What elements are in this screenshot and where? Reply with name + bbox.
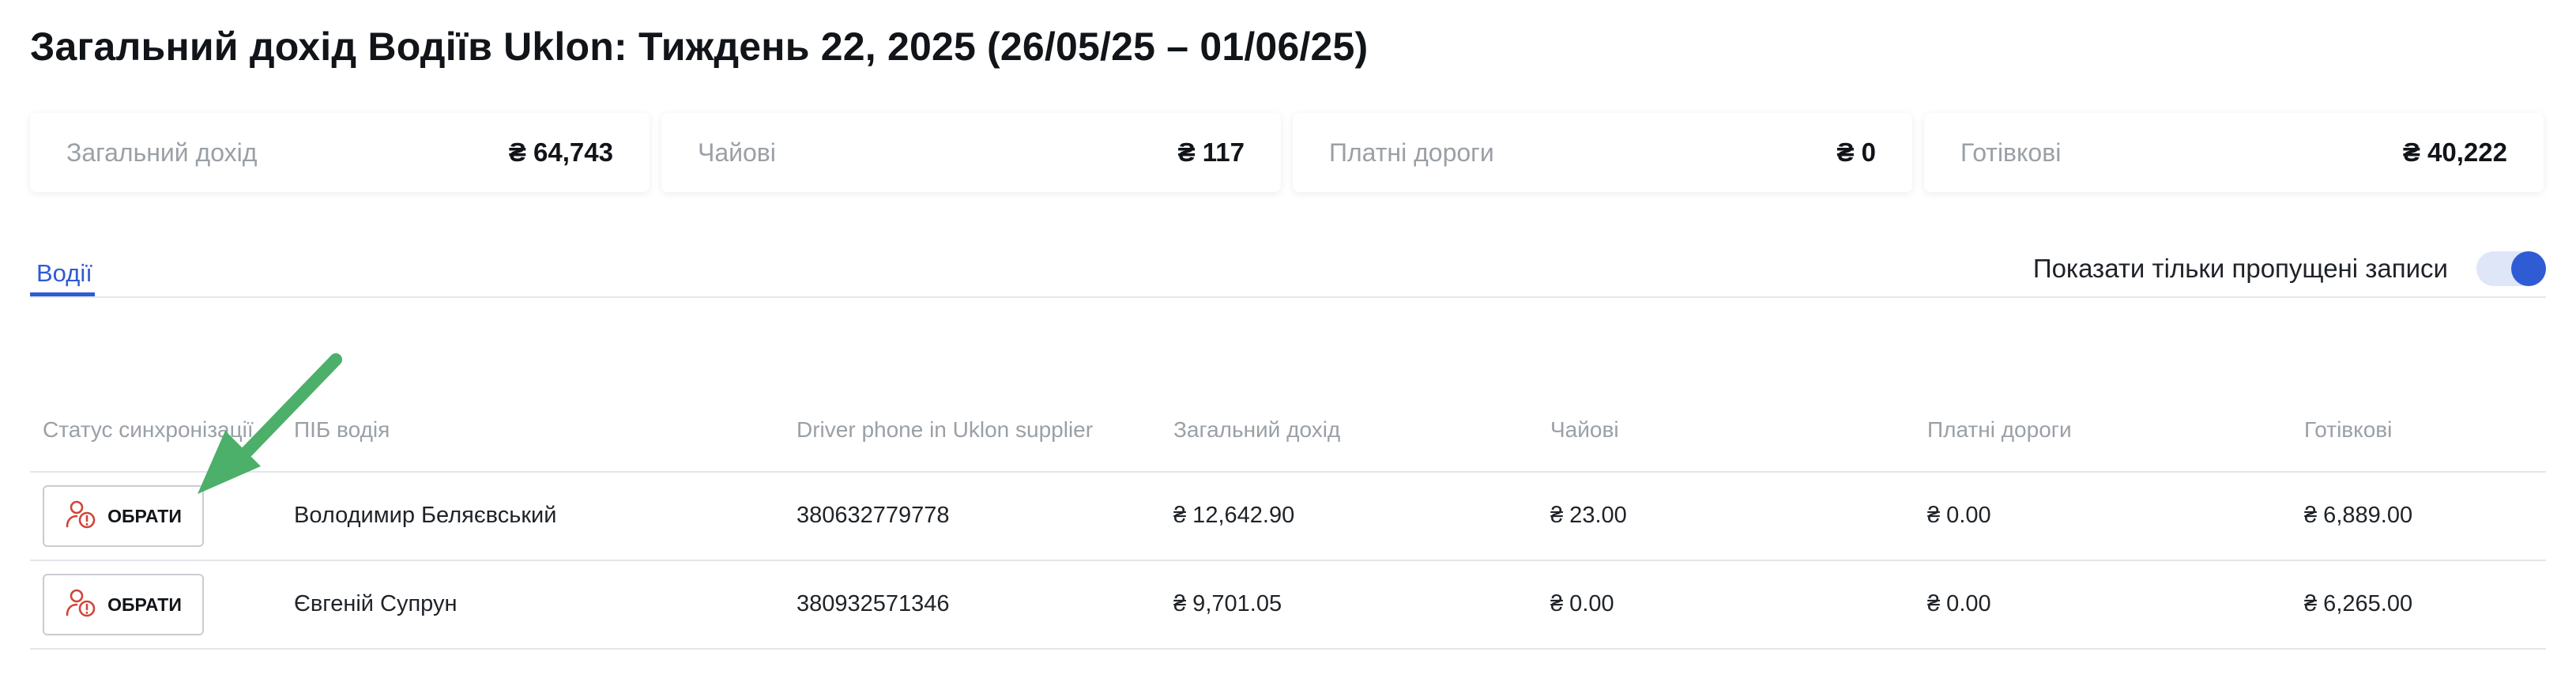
- select-button[interactable]: ОБРАТИ: [43, 574, 204, 635]
- cash: ₴ 6,889.00: [2304, 503, 2413, 528]
- cash: ₴ 6,265.00: [2304, 591, 2413, 616]
- missed-records-filter: Показати тільки пропущені записи: [2033, 251, 2546, 286]
- column-header-total-income[interactable]: Загальний дохід: [1173, 417, 1340, 443]
- page-title: Загальний дохід Водіїв Uklon: Тиждень 22…: [30, 24, 1369, 69]
- stat-value: ₴ 0: [1836, 138, 1876, 167]
- select-button-label: ОБРАТИ: [107, 594, 182, 615]
- total-income: ₴ 9,701.05: [1173, 591, 1282, 616]
- drivers-table: Статус синхронізації ПІБ водія Driver ph…: [30, 405, 2546, 650]
- stat-label: Платні дороги: [1329, 138, 1494, 167]
- missed-records-toggle[interactable]: [2476, 251, 2546, 286]
- total-income: ₴ 12,642.90: [1173, 503, 1295, 528]
- stat-label: Чайові: [698, 138, 776, 167]
- stat-card-tolls: Платні дороги ₴ 0: [1293, 113, 1912, 192]
- select-button[interactable]: ОБРАТИ: [43, 485, 204, 547]
- column-header-phone[interactable]: Driver phone in Uklon supplier: [797, 417, 1093, 443]
- select-button-label: ОБРАТИ: [107, 505, 182, 526]
- tab-active-indicator: [30, 292, 95, 296]
- stat-card-cash: Готівкові ₴ 40,222: [1924, 113, 2544, 192]
- driver-phone: 380632779778: [797, 503, 950, 528]
- user-alert-icon: [65, 586, 96, 623]
- driver-name: Євгеній Супрун: [294, 591, 458, 616]
- table-header: Статус синхронізації ПІБ водія Driver ph…: [30, 405, 2546, 473]
- stat-card-tips: Чайові ₴ 117: [661, 113, 1281, 192]
- toggle-label: Показати тільки пропущені записи: [2032, 254, 2448, 283]
- user-alert-icon: [65, 498, 96, 534]
- column-header-tips[interactable]: Чайові: [1550, 417, 1619, 443]
- stat-card-total: Загальний дохід ₴ 64,743: [30, 113, 650, 192]
- table-row: ОБРАТИ Володимир Беляєвський 38063277977…: [30, 473, 2546, 561]
- tips: ₴ 0.00: [1550, 591, 1614, 616]
- driver-phone: 380932571346: [797, 591, 950, 616]
- stat-label: Готівкові: [1960, 138, 2062, 167]
- driver-name: Володимир Беляєвський: [294, 503, 557, 528]
- tolls: ₴ 0.00: [1927, 591, 1991, 616]
- table-row: ОБРАТИ Євгеній Супрун 380932571346 ₴ 9,7…: [30, 561, 2546, 650]
- tolls: ₴ 0.00: [1927, 503, 1991, 528]
- column-header-cash[interactable]: Готівкові: [2304, 417, 2392, 443]
- stat-value: ₴ 40,222: [2402, 138, 2507, 167]
- tab-drivers[interactable]: Водії: [36, 259, 92, 296]
- toggle-knob: [2511, 251, 2546, 286]
- tips: ₴ 23.00: [1550, 503, 1627, 528]
- column-header-tolls[interactable]: Платні дороги: [1927, 417, 2072, 443]
- stat-label: Загальний дохід: [66, 138, 258, 167]
- arrow-icon: [198, 353, 342, 494]
- stat-value: ₴ 117: [1177, 138, 1245, 167]
- stat-value: ₴ 64,743: [508, 138, 613, 167]
